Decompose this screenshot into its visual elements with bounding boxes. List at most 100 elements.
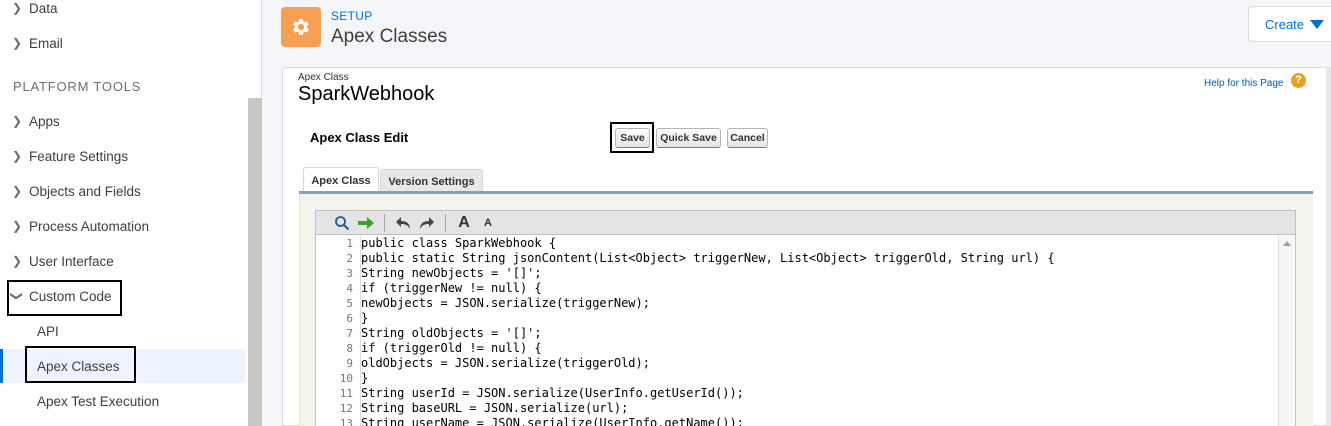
code-line[interactable]: 12 String baseURL = JSON.serialize(url); [316,401,1276,416]
create-button-label: Create [1265,16,1305,32]
line-number: 1 [346,237,353,250]
code-text[interactable]: } [360,311,368,326]
code-text[interactable]: newObjects = JSON.serialize(triggerNew); [360,296,650,311]
line-number: 11 [339,387,353,400]
line-number: 8 [346,342,353,355]
sidebar-subitem-label: Apex Test Execution [37,393,160,409]
line-number: 5 [346,297,353,310]
sidebar-item-custom-code[interactable]: ❯ Custom Code [0,279,245,313]
sidebar-subitem-apex-test-execution[interactable]: Apex Test Execution [0,384,245,418]
code-text[interactable]: } [360,371,368,386]
caret-down-icon [1310,19,1325,29]
code-line[interactable]: 11 String userId = JSON.serialize(UserInf… [316,386,1276,401]
sidebar-item-label: Apps [29,113,60,129]
sidebar-item-objects-and-fields[interactable]: ❯ Objects and Fields [0,174,245,208]
cancel-button[interactable]: Cancel [727,128,768,148]
code-line[interactable]: 13 String userName = JSON.serialize(UserI… [316,416,1276,426]
sidebar-scrollbar[interactable] [248,98,262,426]
sidebar-item-label: Data [29,0,58,16]
tab-apex-class[interactable]: Apex Class [303,167,379,194]
editor-scrollbar[interactable] [1278,236,1294,426]
sidebar-item-label: Process Automation [29,218,150,234]
line-number: 3 [346,267,353,280]
sidebar-item-label: Custom Code [29,288,112,304]
line-number: 12 [339,402,353,415]
quick-save-button[interactable]: Quick Save [656,128,721,148]
sidebar-item-process-automation[interactable]: ❯ Process Automation [0,209,245,243]
line-number: 10 [339,372,353,385]
sidebar-item-feature-settings[interactable]: ❯ Feature Settings [0,139,245,173]
sidebar-subitem-label: Apex Classes [37,358,120,374]
code-text[interactable]: if (triggerNew != null) { [360,281,542,296]
chevron-down-icon: ❯ [10,290,24,302]
go-to-line-icon[interactable] [354,213,378,233]
sidebar-item-label: Email [29,35,63,51]
gear-icon [293,19,309,35]
page-title: Apex Classes [331,26,448,47]
line-number: 7 [346,327,353,340]
redo-icon[interactable] [415,213,439,233]
scroll-up-icon[interactable] [1283,241,1291,246]
code-text[interactable]: public static String jsonContent(List<Ob… [360,251,1055,266]
sidebar-item-email[interactable]: ❯ Email [0,26,245,60]
breadcrumb[interactable]: SETUP [331,9,373,23]
code-text[interactable]: public class SparkWebhook { [360,236,556,251]
help-for-this-page-link[interactable]: Help for this Page [1204,78,1284,89]
question-circle-icon[interactable]: ? [1291,73,1306,88]
code-line[interactable]: 9 oldObjects = JSON.serialize(triggerOld)… [316,356,1276,371]
class-name-heading: SparkWebhook [298,83,435,105]
code-line[interactable]: 8 if (triggerOld != null) { [316,341,1276,356]
line-number: 9 [346,357,353,370]
page-scrollbar[interactable] [1326,67,1331,426]
toolbar-divider [384,213,385,232]
sidebar-item-user-interface[interactable]: ❯ User Interface [0,244,245,278]
section-title: Apex Class Edit [310,130,409,145]
code-line[interactable]: 6} [316,311,1276,326]
chevron-right-icon: ❯ [11,36,23,50]
sidebar-item-data[interactable]: ❯ Data [0,0,245,25]
tab-label: Apex Class [311,175,371,187]
chevron-right-icon: ❯ [11,1,23,15]
code-area[interactable]: 1 public class SparkWebhook { 2 public stat… [316,236,1294,426]
code-text[interactable]: String userName = JSON.serialize(UserInf… [360,416,744,426]
code-text[interactable]: String baseURL = JSON.serialize(url); [360,401,628,416]
chevron-right-icon: ❯ [11,149,23,163]
code-text[interactable]: String oldObjects = '[]'; [360,326,542,341]
code-text[interactable]: oldObjects = JSON.serialize(triggerOld); [360,356,650,371]
code-text[interactable]: String newObjects = '[]'; [360,266,542,281]
chevron-right-icon: ❯ [11,114,23,128]
object-type-label: Apex Class [298,72,349,83]
editor-toolbar: A A [315,210,1296,235]
code-text[interactable]: if (triggerOld != null) { [360,341,542,356]
code-line[interactable]: 3 String newObjects = '[]'; [316,266,1276,281]
chevron-right-icon: ❯ [11,184,23,198]
code-line[interactable]: 10} [316,371,1276,386]
save-button[interactable]: Save [615,128,650,148]
search-icon[interactable] [330,213,354,233]
sidebar-subitem-label: API [37,323,59,339]
font-decrease-icon[interactable]: A [476,213,500,233]
code-line[interactable]: 1 public class SparkWebhook { [316,236,1276,251]
sidebar-item-label: User Interface [29,253,114,269]
sidebar-section-heading: PLATFORM TOOLS [13,79,142,94]
sidebar-item-apps[interactable]: ❯ Apps [0,104,245,138]
line-number: 2 [346,252,353,265]
code-line[interactable]: 7 String oldObjects = '[]'; [316,326,1276,341]
line-number: 4 [346,282,353,295]
code-line[interactable]: 4 if (triggerNew != null) { [316,281,1276,296]
line-number: 13 [339,417,353,426]
tab-label: Version Settings [388,176,475,188]
chevron-right-icon: ❯ [11,254,23,268]
sidebar-item-label: Feature Settings [29,148,129,164]
font-increase-icon[interactable]: A [452,213,476,233]
code-text[interactable]: String userId = JSON.serialize(UserInfo.… [360,386,744,401]
sidebar-subitem-api[interactable]: API [0,314,245,348]
code-line[interactable]: 2 public static String jsonContent(List<O… [316,251,1276,266]
sidebar-subitem-apex-classes[interactable]: Apex Classes [0,349,245,383]
line-number: 6 [346,312,353,325]
undo-icon[interactable] [391,213,415,233]
setup-gear-tile [281,7,321,47]
code-line[interactable]: 5 newObjects = JSON.serialize(triggerNew)… [316,296,1276,311]
create-button[interactable]: Create [1248,6,1331,42]
sidebar-item-label: Objects and Fields [29,183,141,199]
